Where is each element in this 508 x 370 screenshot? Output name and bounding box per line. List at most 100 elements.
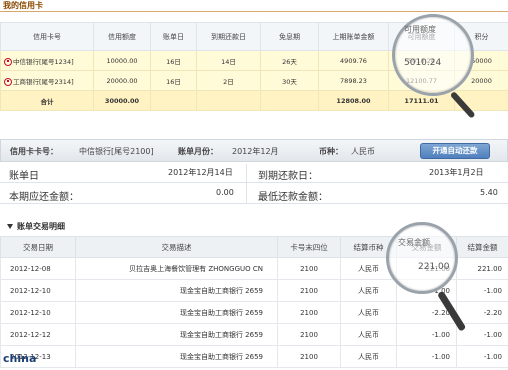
- cards-panel-title: 我的信用卡: [3, 1, 43, 10]
- summary-divider: [246, 164, 247, 204]
- tx-currency: 人民币: [340, 345, 397, 368]
- transactions-table: 交易日期 交易描述 卡号末四位 结算币种 交易金额 结算金额 2012-12-0…: [0, 236, 508, 368]
- transactions-title: 账单交易明细: [17, 222, 65, 231]
- tx-card: 2100: [277, 301, 341, 324]
- card-limit: 10000.00: [93, 50, 151, 71]
- card-points: 20000: [454, 70, 508, 91]
- tx-header-row: 交易日期 交易描述 卡号末四位 结算币种 交易金额 结算金额: [0, 236, 508, 258]
- tx-currency: 人民币: [340, 257, 397, 280]
- tx-amount: 221.00: [396, 257, 457, 280]
- tx-settle: -1.00: [456, 279, 508, 302]
- tx-amount: -1.00: [396, 279, 457, 302]
- col-credit-limit[interactable]: 信用额度: [93, 22, 151, 51]
- tx-desc: 现金宝自助工商银行 2659: [75, 323, 278, 346]
- tx-currency: 人民币: [340, 301, 397, 324]
- card-interest-free: 30天: [260, 70, 319, 91]
- tx-desc: 贝拉吉奥上海餐饮管理有 ZHONGGUO CN: [75, 257, 278, 280]
- tx-desc: 现金宝自助工商银行 2659: [75, 345, 278, 368]
- card-last-bill: 7898.23: [318, 70, 389, 91]
- total-available: 17111.01: [388, 90, 455, 111]
- due-date-value: 2013年1月2日: [429, 168, 484, 177]
- min-due-label: 最低还款金额：: [258, 192, 328, 203]
- tx-row[interactable]: 2012-12-12 现金宝自助工商银行 2659 2100 人民币 -1.00…: [0, 323, 508, 346]
- card-bank-name[interactable]: 中信银行[尾号1234]: [13, 58, 74, 66]
- col-tx-amount[interactable]: 交易金额: [396, 236, 457, 258]
- summary-row-amounts: 本期应还金额： 0.00 最低还款金额： 5.40: [0, 185, 508, 204]
- bill-date-value: 2012年12月14日: [168, 168, 233, 177]
- tx-desc: 现金宝自助工商银行 2659: [75, 279, 278, 302]
- tx-date: 2012-12-10: [0, 279, 76, 302]
- card-due-day: 2日: [196, 70, 261, 91]
- total-last-bill: 12808.00: [318, 90, 389, 111]
- card-last-bill: 4909.76: [318, 50, 389, 71]
- due-date-label: 到期还款日：: [258, 171, 318, 182]
- watermark-text: china: [3, 352, 37, 365]
- card-bill-day: 16日: [150, 50, 197, 71]
- tx-row[interactable]: 2012-12-10 现金宝自助工商银行 2659 2100 人民币 -2.20…: [0, 301, 508, 324]
- cards-table: 信用卡号 信用额度 账单日 到期还款日 免息期 上期账单金额 可用额度 积分 中…: [0, 22, 508, 111]
- tx-card: 2100: [277, 323, 341, 346]
- col-tx-card[interactable]: 卡号末四位: [277, 236, 341, 258]
- tx-amount: -2.20: [396, 301, 457, 324]
- col-due-day[interactable]: 到期还款日: [196, 22, 261, 51]
- col-last-bill[interactable]: 上期账单金额: [318, 22, 389, 51]
- tx-settle: -1.00: [456, 345, 508, 368]
- title-divider: [0, 11, 508, 12]
- card-bank-cell[interactable]: 工商银行[尾号2314]: [0, 70, 94, 91]
- min-due-value: 5.40: [480, 188, 498, 197]
- tx-card: 2100: [277, 257, 341, 280]
- tx-date: 2012-12-12: [0, 323, 76, 346]
- tx-desc: 现金宝自助工商银行 2659: [75, 301, 278, 324]
- col-available[interactable]: 可用额度: [388, 22, 455, 51]
- col-card-number[interactable]: 信用卡号: [0, 22, 94, 51]
- collapse-triangle-icon: [7, 224, 13, 229]
- transactions-section-toggle[interactable]: 账单交易明细: [7, 221, 65, 232]
- col-tx-settle[interactable]: 结算金额: [456, 236, 508, 258]
- total-limit: 30000.00: [93, 90, 151, 111]
- cards-total-row: 合计 30000.00 12808.00 17111.01: [0, 90, 508, 111]
- bill-header-bar: 信用卡卡号： 中信银行[尾号2100] 账单月份： 2012年12月 币种： 人…: [0, 139, 508, 162]
- col-interest-free[interactable]: 免息期: [260, 22, 319, 51]
- col-tx-date[interactable]: 交易日期: [0, 236, 76, 258]
- card-row[interactable]: 中信银行[尾号1234] 10000.00 16日 14日 26天 4909.7…: [0, 50, 508, 71]
- current-due-value: 0.00: [216, 188, 234, 197]
- card-number-value: 中信银行[尾号2100]: [79, 147, 154, 156]
- tx-currency: 人民币: [340, 323, 397, 346]
- bank-logo-icon: [4, 57, 12, 66]
- auto-repay-button[interactable]: 开通自动还款: [420, 143, 490, 159]
- cards-header-row: 信用卡号 信用额度 账单日 到期还款日 免息期 上期账单金额 可用额度 积分: [0, 22, 508, 51]
- card-bill-day: 16日: [150, 70, 197, 91]
- card-number-label: 信用卡卡号：: [10, 147, 58, 156]
- card-available: 5010.24: [388, 50, 455, 71]
- tx-settle: -1.00: [456, 323, 508, 346]
- tx-amount: -1.00: [396, 345, 457, 368]
- total-label: 合计: [0, 90, 94, 111]
- col-points[interactable]: 积分: [454, 22, 508, 51]
- current-due-label: 本期应还金额：: [9, 192, 79, 203]
- tx-card: 2100: [277, 279, 341, 302]
- card-bank-cell[interactable]: 中信银行[尾号1234]: [0, 50, 94, 71]
- currency-label: 币种：: [319, 147, 343, 156]
- currency-value: 人民币: [351, 147, 375, 156]
- col-tx-desc[interactable]: 交易描述: [75, 236, 278, 258]
- card-limit: 20000.00: [93, 70, 151, 91]
- tx-settle: -2.20: [456, 301, 508, 324]
- card-due-day: 14日: [196, 50, 261, 71]
- card-available: 12100.77: [388, 70, 455, 91]
- tx-date: 2012-12-08: [0, 257, 76, 280]
- card-points: 50000: [454, 50, 508, 71]
- site-watermark: china: [3, 352, 36, 365]
- tx-row[interactable]: 2012-12-10 现金宝自助工商银行 2659 2100 人民币 -1.00…: [0, 279, 508, 302]
- tx-currency: 人民币: [340, 279, 397, 302]
- col-tx-currency[interactable]: 结算币种: [340, 236, 397, 258]
- col-bill-day[interactable]: 账单日: [150, 22, 197, 51]
- card-bank-name[interactable]: 工商银行[尾号2314]: [13, 78, 74, 86]
- tx-row[interactable]: 2012-12-08 贝拉吉奥上海餐饮管理有 ZHONGGUO CN 2100 …: [0, 257, 508, 280]
- bill-date-label: 账单日: [9, 171, 39, 182]
- bill-month-value: 2012年12月: [232, 147, 279, 156]
- tx-row[interactable]: 2012-12-13 现金宝自助工商银行 2659 2100 人民币 -1.00…: [0, 345, 508, 368]
- summary-row-dates: 账单日 2012年12月14日 到期还款日： 2013年1月2日: [0, 164, 508, 183]
- card-row[interactable]: 工商银行[尾号2314] 20000.00 16日 2日 30天 7898.23…: [0, 70, 508, 91]
- bank-logo-icon: [4, 77, 12, 86]
- card-interest-free: 26天: [260, 50, 319, 71]
